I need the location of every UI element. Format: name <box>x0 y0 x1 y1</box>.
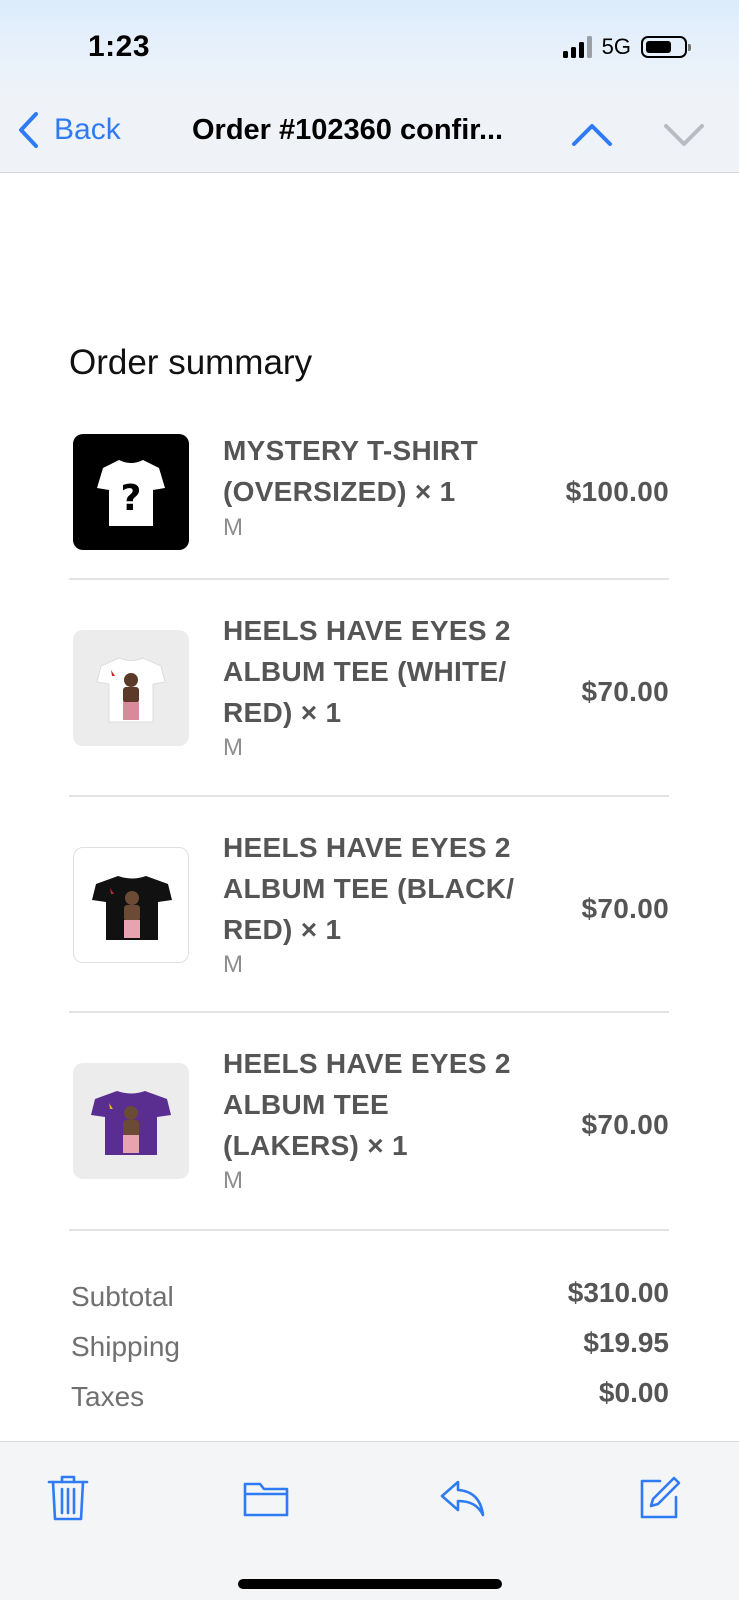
black-tee-icon <box>73 847 189 963</box>
item-price: $100.00 <box>565 476 669 507</box>
item-title: HEELS HAVE EYES 2 ALBUM TEE (LAKERS) × 1 <box>223 1048 511 1161</box>
item-price: $70.00 <box>581 1109 669 1140</box>
taxes-value: $0.00 <box>598 1377 669 1408</box>
network-label: 5G <box>601 34 631 59</box>
chevron-left-icon <box>19 112 38 148</box>
move-to-folder-button[interactable] <box>240 1472 292 1524</box>
item-variant: M <box>223 951 243 978</box>
folder-icon <box>243 1482 289 1517</box>
item-variant: M <box>223 734 243 761</box>
svg-text:?: ? <box>121 478 142 519</box>
status-bar: 1:23 5G <box>0 0 739 100</box>
taxes-label: Taxes <box>71 1381 145 1412</box>
subtotal-label: Subtotal <box>71 1281 174 1312</box>
item-title: HEELS HAVE EYES 2 ALBUM TEE (BLACK/ RED)… <box>223 832 515 945</box>
back-label: Back <box>54 113 121 146</box>
subtotal-row: Subtotal $310.00 <box>69 1277 669 1321</box>
item-variant: M <box>223 514 243 541</box>
order-item: ? MYSTERY T-SHIRT (OVERSIZED) × 1 M $100… <box>69 428 669 568</box>
shipping-value: $19.95 <box>583 1327 669 1358</box>
nav-bar: Back Order #102360 confir... <box>0 100 739 173</box>
compose-button[interactable] <box>633 1472 685 1524</box>
divider <box>69 795 669 797</box>
email-body[interactable]: Order summary ? MYSTERY T-SHIRT (OVERSIZ… <box>0 173 739 1441</box>
next-message-button[interactable] <box>662 114 706 159</box>
back-button[interactable]: Back <box>16 110 121 150</box>
taxes-row: Taxes $0.00 <box>69 1377 669 1421</box>
shipping-row: Shipping $19.95 <box>69 1327 669 1371</box>
divider <box>69 1229 669 1231</box>
order-summary-heading: Order summary <box>69 343 313 382</box>
compose-icon <box>640 1476 681 1519</box>
order-item: HEELS HAVE EYES 2 ALBUM TEE (BLACK/ RED)… <box>69 825 669 985</box>
order-totals: Subtotal $310.00 Shipping $19.95 Taxes $… <box>69 1277 669 1441</box>
trash-button[interactable] <box>42 1472 94 1524</box>
shipping-label: Shipping <box>71 1331 180 1362</box>
item-variant: M <box>223 1167 243 1194</box>
signal-icon <box>562 36 592 58</box>
reply-button[interactable] <box>436 1472 488 1524</box>
order-item: HEELS HAVE EYES 2 ALBUM TEE (LAKERS) × 1… <box>69 1041 669 1201</box>
status-indicators: 5G <box>562 34 691 60</box>
chevron-up-icon <box>572 124 612 146</box>
home-indicator[interactable] <box>238 1579 502 1589</box>
mail-toolbar <box>0 1441 739 1600</box>
item-price: $70.00 <box>581 676 669 707</box>
item-title: MYSTERY T-SHIRT (OVERSIZED) × 1 <box>223 435 478 507</box>
divider <box>69 578 669 580</box>
purple-tee-icon <box>73 1063 189 1179</box>
email-subject-title: Order #102360 confir... <box>192 114 504 146</box>
previous-message-button[interactable] <box>570 114 614 159</box>
trash-icon <box>47 1475 89 1521</box>
item-price: $70.00 <box>581 893 669 924</box>
mystery-tshirt-icon: ? <box>73 434 189 550</box>
status-time: 1:23 <box>88 30 151 63</box>
order-item: HEELS HAVE EYES 2 ALBUM TEE (WHITE/ RED)… <box>69 608 669 768</box>
item-title: HEELS HAVE EYES 2 ALBUM TEE (WHITE/ RED)… <box>223 615 511 728</box>
reply-icon <box>440 1480 485 1517</box>
divider <box>69 1011 669 1013</box>
chevron-down-icon <box>664 124 704 146</box>
subtotal-value: $310.00 <box>567 1277 669 1308</box>
battery-icon <box>641 36 691 58</box>
white-tee-icon <box>73 630 189 746</box>
